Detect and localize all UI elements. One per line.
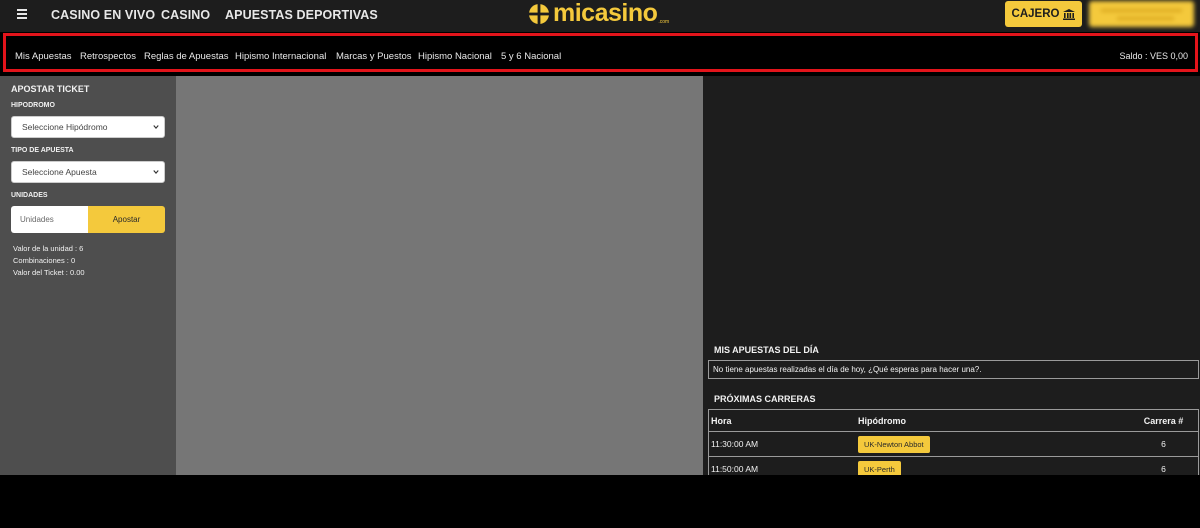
subnav-hipismo-nacional[interactable]: Hipismo Nacional xyxy=(418,51,492,62)
upcoming-races-table: Hora Hipódromo Carrera # 11:30:00 AM UK-… xyxy=(708,409,1199,475)
track-badge[interactable]: UK-Perth xyxy=(858,460,901,475)
unidades-input[interactable] xyxy=(11,206,88,233)
chevron-down-icon xyxy=(153,170,159,174)
nav-casino-en-vivo[interactable]: CASINO EN VIVO xyxy=(51,8,155,22)
race-track-cell: UK-Perth xyxy=(858,456,1128,475)
cashier-label: CAJERO xyxy=(1011,8,1060,20)
subnav-5-y-6-nacional[interactable]: 5 y 6 Nacional xyxy=(501,51,561,62)
racing-subnav: Mis Apuestas Retrospectos Reglas de Apue… xyxy=(3,33,1198,72)
header-hipodromo: Hipódromo xyxy=(858,409,1128,432)
right-panel: MIS APUESTAS DEL DÍA No tiene apuestas r… xyxy=(703,76,1200,475)
user-account-button[interactable] xyxy=(1089,1,1194,27)
race-track-cell: UK-Newton Abbot xyxy=(858,431,1128,457)
table-row: 11:30:00 AM UK-Newton Abbot 6 xyxy=(708,431,1199,457)
hipodromo-label: HIPODROMO xyxy=(11,102,55,109)
ticket-title: APOSTAR TICKET xyxy=(11,84,90,94)
chevron-down-icon xyxy=(153,125,159,129)
my-bets-title: MIS APUESTAS DEL DÍA xyxy=(714,345,819,355)
logo-domain: .com xyxy=(658,18,670,25)
combinations-text: Combinaciones : 0 xyxy=(13,256,76,265)
race-number: 6 xyxy=(1128,431,1199,457)
hamburger-icon[interactable] xyxy=(17,9,27,19)
table-header-row: Hora Hipódromo Carrera # xyxy=(708,409,1199,432)
race-time: 11:30:00 AM xyxy=(708,431,858,457)
table-row: 11:50:00 AM UK-Perth 6 xyxy=(708,456,1199,475)
tipo-apuesta-select[interactable]: Seleccione Apuesta xyxy=(11,161,165,183)
apostar-button[interactable]: Apostar xyxy=(88,206,165,233)
unit-value-text: Valor de la unidad : 6 xyxy=(13,244,84,253)
bank-icon xyxy=(1063,8,1076,20)
hipodromo-select-value: Seleccione Hipódromo xyxy=(22,122,108,132)
micasino-logo[interactable]: micasino .com xyxy=(528,0,669,27)
tipo-apuesta-select-value: Seleccione Apuesta xyxy=(22,167,97,177)
tipo-apuesta-label: TIPO DE APUESTA xyxy=(11,147,74,154)
ticket-value-text: Valor del Ticket : 0.00 xyxy=(13,268,85,277)
nav-apuestas-deportivas[interactable]: APUESTAS DEPORTIVAS xyxy=(225,8,378,22)
hipodromo-select[interactable]: Seleccione Hipódromo xyxy=(11,116,165,138)
unidades-label: UNIDADES xyxy=(11,192,48,199)
logo-mark-icon xyxy=(529,3,549,24)
page: CASINO EN VIVO CASINO APUESTAS DEPORTIVA… xyxy=(0,0,1200,528)
subnav-hipismo-internacional[interactable]: Hipismo Internacional xyxy=(235,51,326,62)
balance-display: Saldo : VES 0,00 xyxy=(1119,51,1188,61)
upcoming-races-title: PRÓXIMAS CARRERAS xyxy=(714,394,816,404)
race-time: 11:50:00 AM xyxy=(708,456,858,475)
no-bets-text: No tiene apuestas realizadas el día de h… xyxy=(713,365,982,374)
subnav-mis-apuestas[interactable]: Mis Apuestas xyxy=(15,51,72,62)
ticket-panel: APOSTAR TICKET HIPODROMO Seleccione Hipó… xyxy=(0,76,176,475)
no-bets-message: No tiene apuestas realizadas el día de h… xyxy=(708,360,1199,379)
logo-text: micasino xyxy=(553,0,658,27)
nav-casino[interactable]: CASINO xyxy=(161,8,210,22)
cashier-button[interactable]: CAJERO xyxy=(1005,1,1082,27)
right-panel-content: MIS APUESTAS DEL DÍA No tiene apuestas r… xyxy=(703,76,1200,475)
subnav-retrospectos[interactable]: Retrospectos xyxy=(80,51,136,62)
top-navbar: CASINO EN VIVO CASINO APUESTAS DEPORTIVA… xyxy=(0,0,1200,32)
subnav-marcas-y-puestos[interactable]: Marcas y Puestos xyxy=(336,51,412,62)
track-badge[interactable]: UK-Newton Abbot xyxy=(858,435,930,453)
header-carrera: Carrera # xyxy=(1128,409,1199,432)
subnav-reglas-de-apuestas[interactable]: Reglas de Apuestas xyxy=(144,51,229,62)
main-content-area xyxy=(176,76,703,475)
race-number: 6 xyxy=(1128,456,1199,475)
header-hora: Hora xyxy=(708,409,858,432)
